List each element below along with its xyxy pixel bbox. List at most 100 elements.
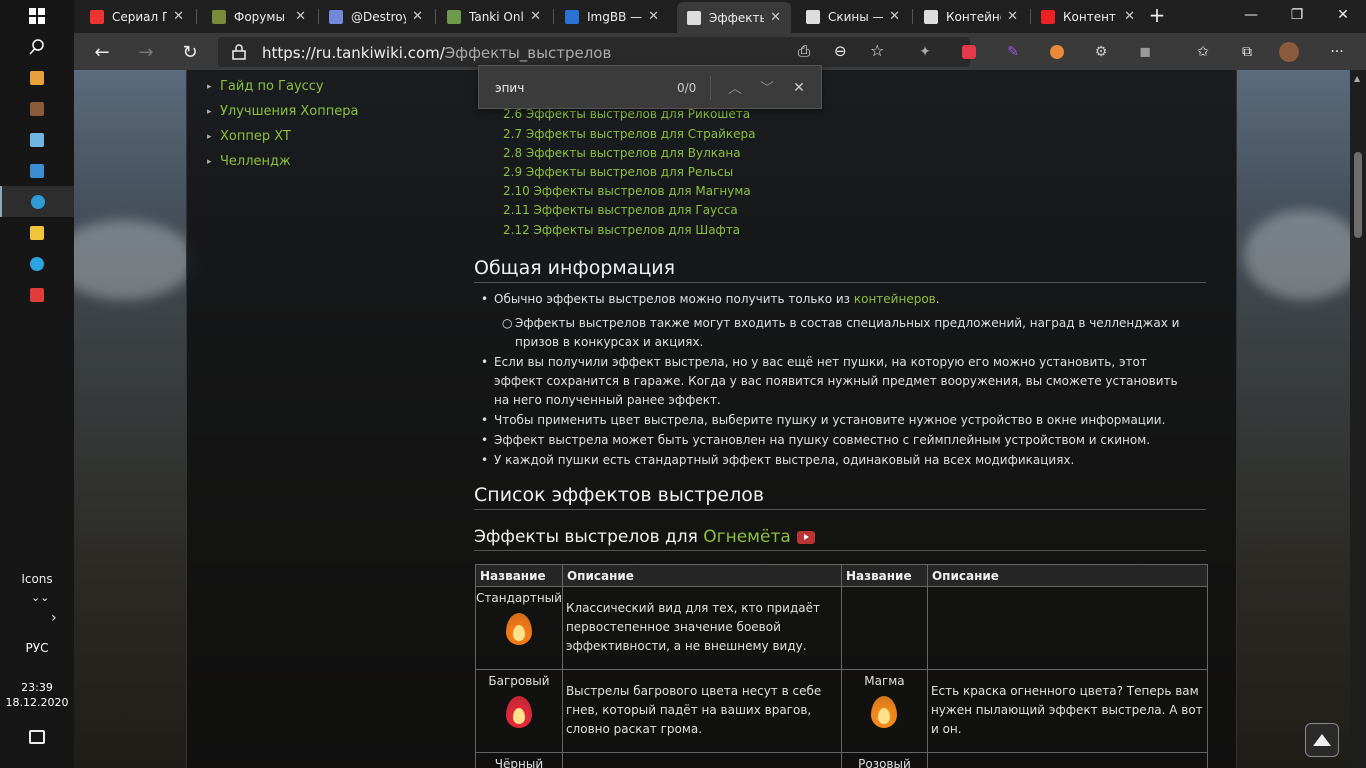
browser-tab[interactable]: Скины — ✕ [796,3,910,30]
find-close-button[interactable]: ✕ [789,78,809,98]
browser-tab[interactable]: Форумы ✕ [202,3,316,30]
new-tab-button[interactable]: + [1142,0,1172,30]
maximize-button[interactable]: ❐ [1274,0,1320,30]
page-scrollbar[interactable]: ▲ [1350,70,1366,768]
search-button[interactable] [0,31,74,62]
toc-link[interactable]: 2.8 Эффекты выстрелов для Вулкана [503,146,741,160]
background-cloud [74,220,194,300]
table-row: Стандартный Классический вид для тех, кт… [475,586,1208,670]
forward-button[interactable]: → [130,37,162,67]
tab-separator [553,9,554,24]
scrollbar-thumb[interactable] [1354,152,1362,238]
toc-link[interactable]: 2.7 Эффекты выстрелов для Страйкера [503,127,755,141]
toc-link[interactable]: 2.9 Эффекты выстрелов для Рельсы [503,165,733,179]
tab-close-icon[interactable]: ✕ [648,9,659,24]
favorite-star-icon[interactable]: ☆ [870,41,884,60]
imgbb-icon [565,9,579,24]
paint-icon [30,70,44,85]
find-next-button[interactable]: ﹀ [757,78,777,98]
tab-close-icon[interactable]: ✕ [889,9,900,24]
taskbar-app-1[interactable] [0,93,74,124]
extension-red-icon[interactable] [958,41,980,63]
browser-tab[interactable]: Контент ✕ [1031,3,1145,30]
start-button[interactable] [0,0,74,31]
extension-face-icon[interactable] [1046,41,1068,63]
tab-close-icon[interactable]: ✕ [1124,9,1135,24]
nav-link[interactable]: Челлендж [207,154,291,169]
close-window-button[interactable]: ✕ [1320,0,1366,30]
collections-icon[interactable]: ⧉ [1236,41,1258,63]
extension-purple-icon[interactable]: ✎ [1002,41,1024,63]
section-title-general: Общая информация [474,257,676,279]
browser-tab[interactable]: Контейне ✕ [914,3,1028,30]
taskbar-app-0[interactable] [0,62,74,93]
find-previous-button[interactable]: ︿ [725,78,745,98]
taskbar-app-6[interactable] [0,248,74,279]
toc-link[interactable]: 2.11 Эффекты выстрелов для Гаусса [503,203,738,217]
effect-name: Магма [864,674,905,688]
minimize-button[interactable]: — [1228,0,1274,30]
tab-close-icon[interactable]: ✕ [530,9,541,24]
flame-inner [512,708,525,724]
effects-table: Название Описание Название Описание Стан… [475,564,1208,768]
browser-tab[interactable]: ImgBB — ✕ [555,3,669,30]
icons-toolbar-label[interactable]: Icons [0,572,74,586]
browser-tab[interactable]: Сериал П ✕ [80,3,194,30]
nav-link[interactable]: Улучшения Хоппера [207,104,359,119]
find-input[interactable]: эпич [495,81,524,95]
containers-link[interactable]: контейнеров [854,292,936,306]
profile-avatar[interactable] [1278,41,1300,63]
tab-close-icon[interactable]: ✕ [412,9,423,24]
arrow-right-icon: → [138,41,154,63]
nav-link[interactable]: Гайд по Гауссу [207,79,324,94]
tab-label: Сериал П [112,9,168,24]
clock[interactable]: 23:39 18.12.2020 [0,680,74,710]
read-aloud-icon[interactable]: ⎙ [798,42,810,60]
browser-tab[interactable]: Эффекты ✕ [677,2,791,33]
scroll-to-top-button[interactable] [1305,723,1339,757]
tab-close-icon[interactable]: ✕ [1007,9,1018,24]
more-menu-icon[interactable]: ··· [1326,41,1348,63]
youtube-icon[interactable] [796,530,815,544]
taskbar-app-3[interactable] [0,155,74,186]
table-header-row: Название Описание Название Описание [475,564,1208,587]
chevron-down-icon[interactable]: ⌄⌄ [31,591,49,604]
refresh-button[interactable]: ↻ [174,37,206,67]
taskbar-app-7[interactable] [0,279,74,310]
taskbar-app-4[interactable] [0,186,74,217]
section-divider [474,550,1206,551]
notifications-icon[interactable] [29,730,45,744]
chevron-right-icon[interactable]: › [51,610,57,626]
flame-icon [502,692,536,732]
scroll-up-icon[interactable]: ▲ [1354,74,1360,83]
toc-link[interactable]: 2.12 Эффекты выстрелов для Шафта [503,223,740,237]
zoom-icon[interactable]: ⊖ [834,42,847,60]
wiki-icon [806,9,820,24]
tab-close-icon[interactable]: ✕ [770,10,781,25]
column-header: Название [840,564,928,587]
url-text: https://ru.tankiwiki.com/Эффекты_выстрел… [262,44,611,62]
favorites-icon[interactable]: ✩ [1192,41,1214,63]
discord-icon [329,9,343,24]
effect-name-cell: Чёрный [475,752,563,768]
taskbar-app-2[interactable] [0,124,74,155]
address-bar[interactable]: https://ru.tankiwiki.com/Эффекты_выстрел… [218,37,970,67]
back-button[interactable]: ← [86,37,118,67]
browser-tab[interactable]: Tanki Onli ✕ [437,3,551,30]
tab-close-icon[interactable]: ✕ [173,9,184,24]
nav-link[interactable]: Хоппер XT [207,129,291,144]
flamethrower-link[interactable]: Огнемёта [703,527,791,547]
effect-description [926,586,1208,670]
refresh-icon: ↻ [182,41,198,63]
extension-dark-icon[interactable]: ◼ [1134,41,1156,63]
extension-grey-icon[interactable]: ✦ [914,41,936,63]
tab-close-icon[interactable]: ✕ [295,9,306,24]
tab-separator [196,9,197,24]
language-indicator[interactable]: РУС [0,641,74,655]
toc-link[interactable]: 2.6 Эффекты выстрелов для Рикошета [503,107,750,121]
tab-label: Tanki Onli [469,9,525,24]
browser-tab[interactable]: @Destroy ✕ [319,3,433,30]
extension-gear-icon[interactable]: ⚙ [1090,41,1112,63]
toc-link[interactable]: 2.10 Эффекты выстрелов для Магнума [503,184,751,198]
taskbar-app-5[interactable] [0,217,74,248]
